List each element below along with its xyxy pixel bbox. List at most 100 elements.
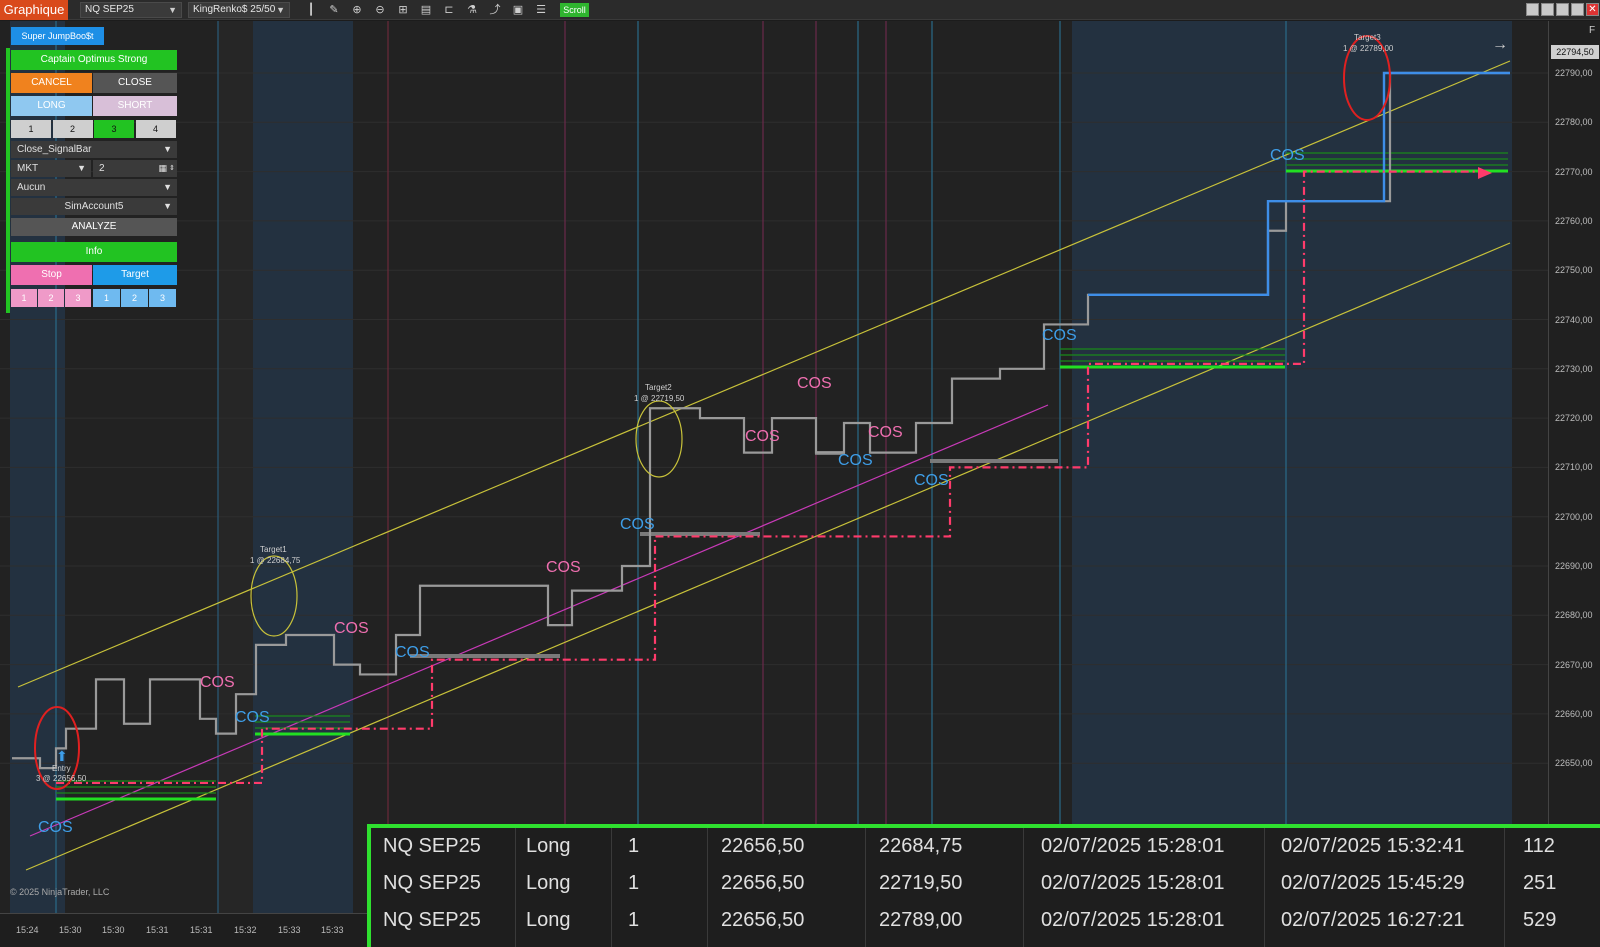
trade-qty-cell: 1 [628,872,640,894]
indicator-toggle-button[interactable]: Super JumpBoo$t [11,27,104,45]
price-tick-label: 22720,00 [1555,413,1593,424]
cos-signal-label: COS [334,620,369,637]
spinner-icon[interactable]: ⇕ [169,160,175,177]
signal-mode-select[interactable]: Close_SignalBar ▼ [11,141,177,158]
trade-qty-cell: 1 [628,835,640,857]
calculator-icon[interactable]: ▦ [158,160,167,177]
chart-toolbar: Graphique NQ SEP25 ▼ KingRenko$ 25/50 ▼ … [0,0,1600,20]
table-row[interactable]: NQ SEP25 Long 1 22656,50 22719,50 02/07/2025 … [371,865,1600,902]
qty-option-button[interactable]: 3 [94,120,134,138]
target2-label: Target2 [645,383,672,392]
cos-signal-label: COS [546,559,581,576]
window-tile2-button[interactable] [1541,3,1554,16]
qty-option-button[interactable]: 1 [11,120,51,138]
strategy-title-button[interactable]: Captain Optimus Strong [11,50,177,70]
trade-entry-cell: 22656,50 [721,872,805,894]
price-tick-label: 22790,00 [1555,68,1593,78]
price-tick-label: 22650,00 [1555,758,1593,769]
stop-level-button[interactable]: 1 [11,289,37,307]
time-tick-label: 15:32 [234,925,257,935]
target-button[interactable]: Target [93,265,177,285]
strategies-icon[interactable]: ⤴ [487,2,503,18]
time-tick-label: 15:24 [16,925,39,935]
entry-price-label: 3 @ 22656,50 [36,774,87,783]
chevron-down-icon: ▼ [163,201,172,211]
chart-tab[interactable]: Graphique [0,0,68,20]
copyright-text: © 2025 NinjaTrader, LLC [10,887,110,897]
bar-type-selector[interactable]: KingRenko$ 25/50 ▼ [188,2,290,18]
signal-mode-value: Close_SignalBar [17,144,92,155]
table-row[interactable]: NQ SEP25 Long 1 22656,50 22789,00 02/07/2025 … [371,902,1600,939]
qty-option-button[interactable]: 4 [135,120,176,138]
stop-level-button[interactable]: 3 [65,289,91,307]
window-tile-button[interactable] [1526,3,1539,16]
trade-side-cell: Long [526,835,571,857]
cos-signal-label: COS [395,644,430,661]
atm-strategy-select[interactable]: Aucun ▼ [11,179,177,196]
trade-instrument-cell: NQ SEP25 [383,909,481,931]
zoom-in-icon[interactable]: ⊕ [349,2,365,18]
list-icon[interactable]: ☰ [533,2,549,18]
target3-price-label: 1 @ 22789,00 [1343,44,1394,53]
scroll-button[interactable]: Scroll [560,3,589,17]
zoom-out-icon[interactable]: ⊖ [372,2,388,18]
support-zone [410,654,560,658]
chart-canvas: COS COS COS COS COS COS COS COS COS COS COS COS COS C… [0,21,1548,913]
target-level-button[interactable]: 2 [121,289,148,307]
time-tick-label: 15:31 [190,925,213,935]
target-level-button[interactable]: 3 [149,289,176,307]
cos-signal-label: COS [620,516,655,533]
calculator-icon[interactable]: ▣ [510,2,526,18]
minimize-button[interactable] [1556,3,1569,16]
trade-exit-time-cell: 02/07/2025 15:32:41 [1281,835,1465,857]
cos-signal-label: COS [200,674,235,691]
support-zone [930,459,1058,463]
table-row[interactable]: NQ SEP25 Long 1 22656,50 22684,75 02/07/2025 … [371,828,1600,865]
trade-ticks-cell: 251 [1523,872,1557,894]
chevron-down-icon: ▼ [77,163,86,173]
price-axis[interactable]: F 22794,50 22790,00 22780,00 22770,00 22760… [1548,21,1600,913]
short-button[interactable]: SHORT [93,96,177,116]
close-position-button[interactable]: CLOSE [93,73,177,93]
indicators-icon[interactable]: ⚗ [464,2,480,18]
bar-type-value: KingRenko$ 25/50 [193,4,276,15]
properties-icon[interactable]: ▤ [418,2,434,18]
maximize-button[interactable] [1571,3,1584,16]
drawing-tools-icon[interactable]: ⊏ [441,2,457,18]
price-chart[interactable]: COS COS COS COS COS COS COS COS COS COS COS COS COS C… [0,21,1548,913]
long-button[interactable]: LONG [11,96,92,116]
trade-exit-cell: 22789,00 [879,909,963,931]
time-tick-label: 15:30 [59,925,82,935]
target3-label: Target3 [1354,33,1381,42]
time-tick-label: 15:31 [146,925,169,935]
price-tick-label: 22770,00 [1555,166,1593,177]
price-tick-label: 22740,00 [1555,314,1593,325]
cos-signal-label: COS [235,709,270,726]
analyze-button[interactable]: ANALYZE [11,218,177,236]
pencil-icon[interactable]: ✎ [326,2,342,18]
time-tick-label: 15:33 [321,925,344,935]
target-level-button[interactable]: 1 [93,289,120,307]
chevron-down-icon: ▼ [168,5,177,15]
bars-icon[interactable]: ┃ [303,2,319,18]
price-tick-label: 22780,00 [1555,117,1593,128]
cancel-button[interactable]: CANCEL [11,73,92,93]
trade-exit-cell: 22684,75 [879,835,963,857]
account-value: SimAccount5 [64,201,124,212]
crosshair-icon[interactable]: ⊞ [395,2,411,18]
chevron-down-icon: ▼ [276,5,285,15]
info-button[interactable]: Info [11,242,177,262]
order-type-select[interactable]: MKT ▼ [11,160,91,177]
qty-option-button[interactable]: 2 [52,120,93,138]
stop-level-button[interactable]: 2 [38,289,64,307]
stop-button[interactable]: Stop [11,265,92,285]
order-type-value: MKT [17,163,39,174]
order-qty-value: 2 [99,163,105,174]
account-select[interactable]: SimAccount5 ▼ [11,198,177,215]
instrument-selector[interactable]: NQ SEP25 ▼ [80,2,182,18]
trades-table: NQ SEP25 Long 1 22656,50 22684,75 02/07/2025 … [367,824,1600,947]
order-qty-input[interactable]: 2 ▦ ⇕ [93,160,177,177]
trend-line [29,404,1049,837]
close-window-button[interactable]: ✕ [1586,3,1599,16]
trade-exit-time-cell: 02/07/2025 15:45:29 [1281,872,1465,894]
